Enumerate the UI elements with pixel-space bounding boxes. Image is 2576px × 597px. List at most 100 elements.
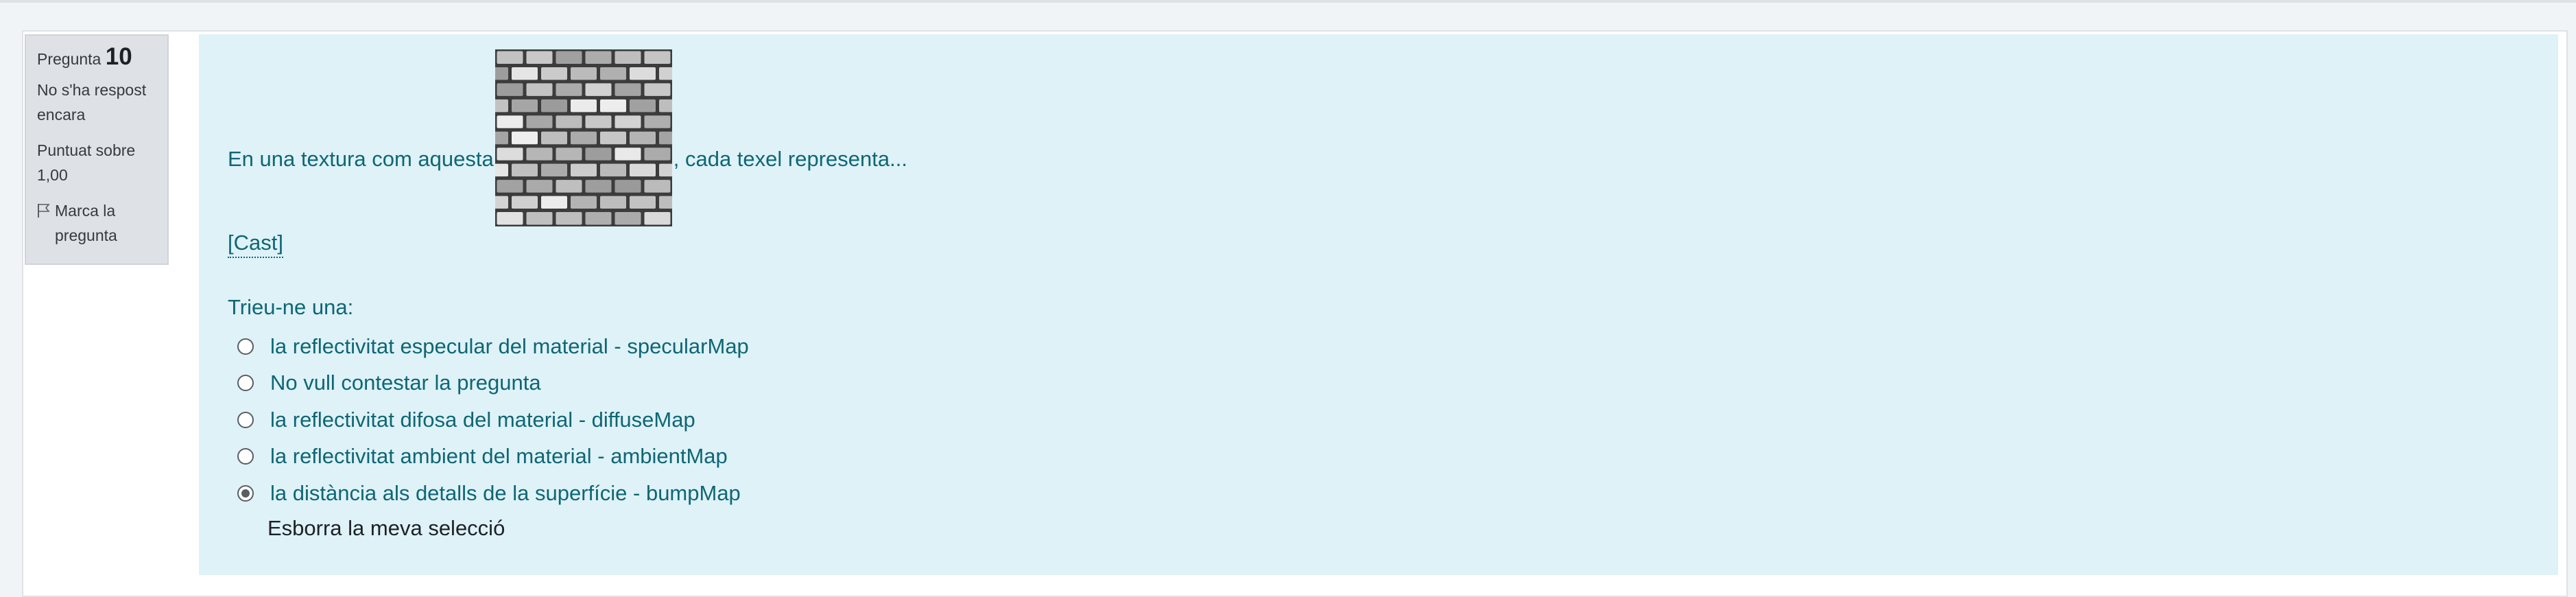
brick-tile <box>497 148 523 161</box>
brick-tile <box>526 51 553 64</box>
brick-tile <box>644 148 671 161</box>
brick-tile <box>526 148 553 161</box>
brick-tile <box>497 212 523 225</box>
brick-tile <box>556 51 582 64</box>
top-border <box>0 0 2576 3</box>
radio-button[interactable] <box>237 484 254 502</box>
brick-tile <box>494 196 508 209</box>
answer-label[interactable]: la reflectivitat difosa del material - d… <box>270 408 695 432</box>
brick-tile <box>599 131 626 145</box>
brick-tile <box>615 180 641 193</box>
brick-tile <box>599 163 626 177</box>
flag-question-link[interactable]: Marca la pregunta <box>37 198 156 248</box>
question-text: En una textura com aquesta , cada texel … <box>228 49 907 226</box>
brick-tile <box>540 131 567 145</box>
cast-translation-link[interactable]: [Cast] <box>228 229 283 258</box>
question-number-value: 10 <box>105 43 132 70</box>
question-number: Pregunta 10 <box>37 45 156 71</box>
brick-texture-image <box>494 49 672 226</box>
brick-tile <box>494 99 508 113</box>
brick-tile <box>658 163 672 177</box>
brick-tile <box>511 196 538 209</box>
answer-label[interactable]: la reflectivitat ambient del material - … <box>270 444 728 469</box>
brick-tile <box>570 196 597 209</box>
brick-tile <box>497 115 523 128</box>
answer-option[interactable]: No vull contestar la pregunta <box>237 365 749 402</box>
answer-option[interactable]: la reflectivitat difosa del material - d… <box>237 401 749 438</box>
brick-tile <box>497 83 523 96</box>
brick-tile <box>615 115 641 128</box>
brick-tile <box>615 148 641 161</box>
brick-tile <box>540 196 567 209</box>
brick-tile <box>511 131 538 145</box>
answer-label[interactable]: la reflectivitat especular del material … <box>270 334 749 359</box>
radio-button[interactable] <box>237 338 254 355</box>
brick-tile <box>615 212 641 225</box>
brick-tile <box>556 180 582 193</box>
brick-tile <box>511 67 538 80</box>
clear-selection-link[interactable]: Esborra la meva selecció <box>267 515 505 542</box>
brick-tile <box>644 83 671 96</box>
brick-tile <box>526 212 553 225</box>
brick-tile <box>585 180 612 193</box>
brick-tile <box>585 115 612 128</box>
question-info-panel: Pregunta 10 No s'ha respost encara Puntu… <box>25 34 169 265</box>
brick-tile <box>585 212 612 225</box>
brick-tile <box>629 131 656 145</box>
brick-tile <box>540 99 567 113</box>
brick-tile <box>644 180 671 193</box>
brick-tile <box>629 196 656 209</box>
answer-label[interactable]: la distància als detalls de la superfíci… <box>270 481 741 506</box>
brick-tile <box>658 67 672 80</box>
brick-tile <box>526 115 553 128</box>
brick-tile <box>494 163 508 177</box>
brick-tile <box>599 99 626 113</box>
brick-tile <box>570 131 597 145</box>
brick-tile <box>497 51 523 64</box>
question-content: En una textura com aquesta , cada texel … <box>199 34 2558 575</box>
radio-button[interactable] <box>237 448 254 465</box>
flag-label: Marca la pregunta <box>55 202 117 244</box>
brick-tile <box>494 131 508 145</box>
answer-option[interactable]: la reflectivitat especular del material … <box>237 328 749 365</box>
answer-option[interactable]: la reflectivitat ambient del material - … <box>237 438 749 476</box>
brick-tile <box>658 131 672 145</box>
brick-tile <box>497 180 523 193</box>
brick-tile <box>644 212 671 225</box>
brick-tile <box>556 212 582 225</box>
brick-tile <box>570 99 597 113</box>
radio-button[interactable] <box>237 411 254 428</box>
brick-tile <box>644 115 671 128</box>
question-text-before: En una textura com aquesta <box>228 147 494 171</box>
brick-tile <box>585 83 612 96</box>
brick-tile <box>540 163 567 177</box>
brick-tile <box>658 196 672 209</box>
brick-tile <box>599 196 626 209</box>
answer-option[interactable]: la distància als detalls de la superfíci… <box>237 475 749 512</box>
brick-tile <box>615 83 641 96</box>
brick-tile <box>526 83 553 96</box>
brick-tile <box>629 163 656 177</box>
flag-icon <box>38 204 50 218</box>
radio-button[interactable] <box>237 375 254 392</box>
brick-tile <box>615 51 641 64</box>
brick-tile <box>570 163 597 177</box>
brick-tile <box>556 115 582 128</box>
brick-tile <box>629 67 656 80</box>
brick-tile <box>511 163 538 177</box>
brick-tile <box>570 67 597 80</box>
question-grade: Puntuat sobre 1,00 <box>37 141 136 184</box>
question-label: Pregunta <box>37 50 102 68</box>
brick-tile <box>511 99 538 113</box>
question-text-after: , cada texel representa... <box>673 147 907 171</box>
brick-tile <box>556 148 582 161</box>
brick-tile <box>556 83 582 96</box>
brick-tile <box>585 51 612 64</box>
brick-tile <box>526 180 553 193</box>
answer-label[interactable]: No vull contestar la pregunta <box>270 371 541 395</box>
brick-tile <box>644 51 671 64</box>
brick-tile <box>599 67 626 80</box>
brick-tile <box>540 67 567 80</box>
question-state: No s'ha respost encara <box>37 81 147 124</box>
brick-tile <box>658 99 672 113</box>
